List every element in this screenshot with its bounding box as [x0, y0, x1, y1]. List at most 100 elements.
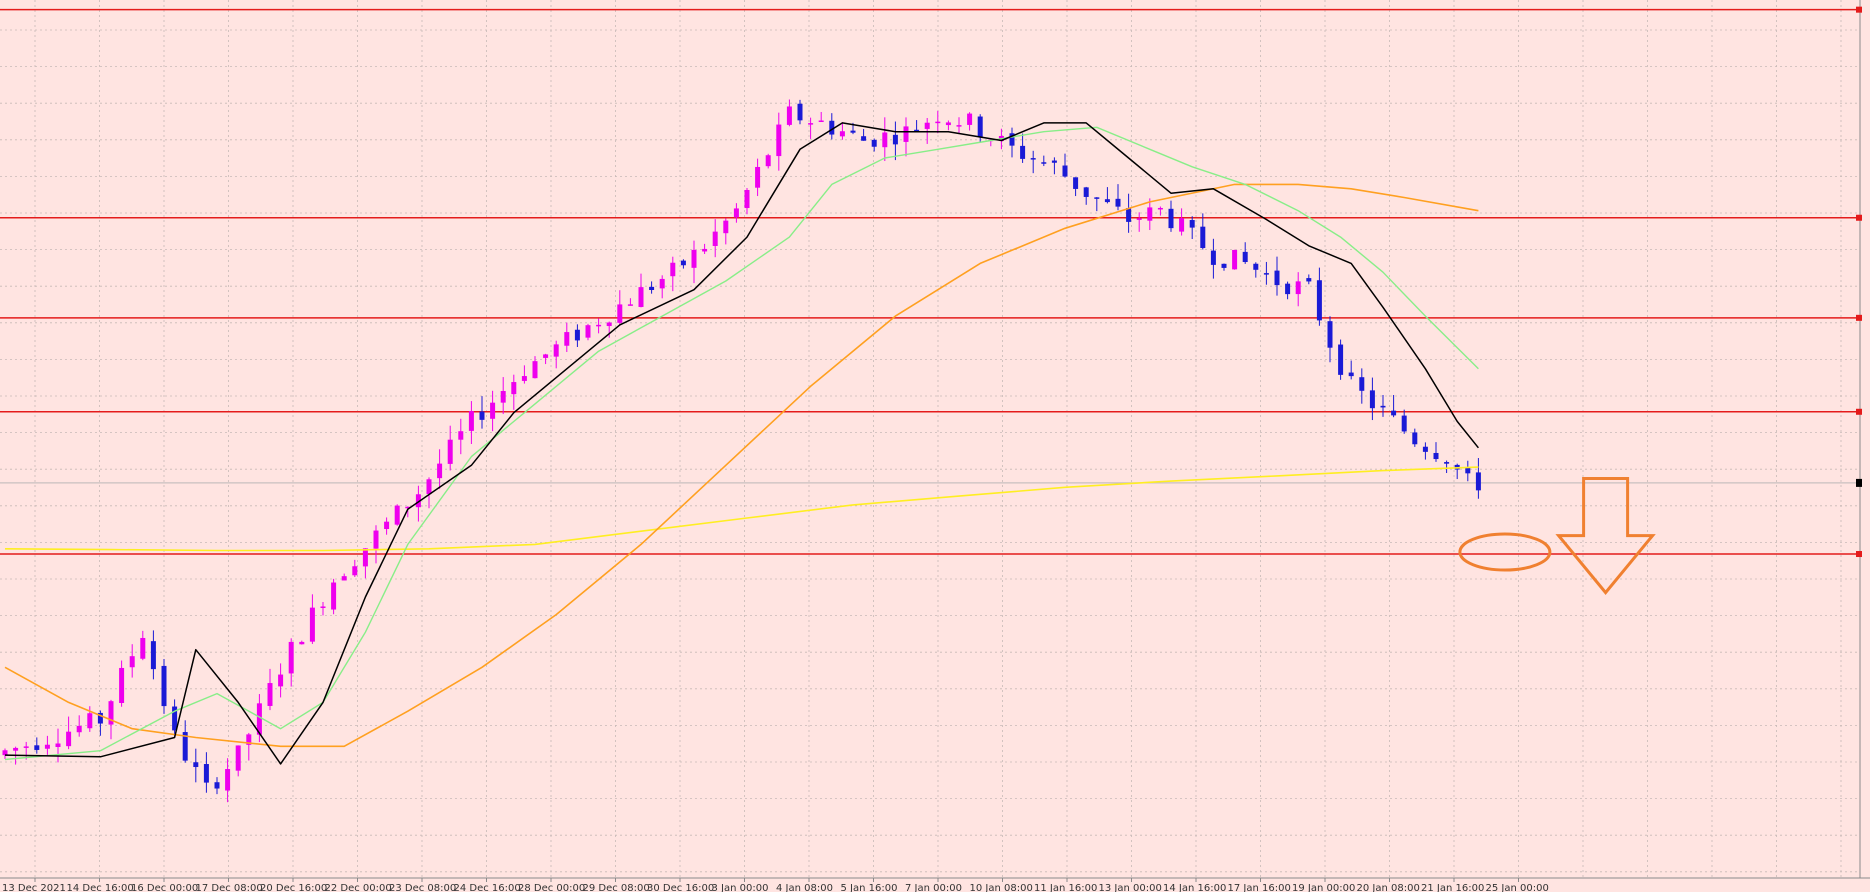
candle-body	[225, 769, 231, 791]
candle-body	[119, 667, 125, 704]
candle-body	[871, 139, 877, 147]
candle-body	[352, 566, 358, 576]
candle-body	[892, 134, 898, 145]
candle-body	[532, 361, 538, 379]
candle-body	[129, 656, 135, 668]
candle-body	[903, 126, 909, 142]
candle-body	[150, 641, 156, 670]
candle-body	[1306, 278, 1312, 282]
candle-body	[34, 745, 40, 750]
x-tick-label: 20 Jan 08:00	[1357, 883, 1420, 892]
candle-body	[23, 746, 29, 748]
candle-body	[797, 103, 803, 121]
candle-body	[649, 286, 655, 291]
candle-body	[638, 287, 644, 307]
candle-body	[1369, 390, 1375, 409]
candle-body	[670, 262, 676, 277]
candle-body	[203, 764, 209, 783]
candle-body	[193, 762, 199, 768]
candle-body	[521, 376, 527, 381]
x-tick-label: 11 Jan 16:00	[1034, 883, 1097, 892]
candle-body	[458, 431, 464, 440]
candle-body	[362, 548, 368, 567]
x-tick-label: 7 Jan 00:00	[905, 883, 962, 892]
candle-body	[935, 121, 941, 124]
candle-body	[702, 248, 708, 252]
candle-body	[1380, 405, 1386, 408]
candle-body	[564, 332, 570, 346]
level-marker	[1856, 214, 1862, 221]
candle-body	[1157, 207, 1163, 210]
x-tick-label: 30 Dec 16:00	[647, 883, 714, 892]
candle-body	[553, 344, 559, 357]
candle-body	[627, 304, 633, 306]
candle-body	[861, 136, 867, 141]
candle-body	[596, 324, 602, 327]
candle-body	[1094, 197, 1100, 199]
candle-body	[850, 130, 856, 133]
candle-body	[680, 260, 686, 266]
level-marker	[1856, 6, 1862, 13]
candle-body	[744, 189, 750, 209]
current-price-marker	[1856, 478, 1862, 487]
candle-body	[140, 637, 146, 659]
candle-body	[55, 743, 61, 748]
candle-body	[1104, 199, 1110, 203]
candle-body	[1189, 220, 1195, 228]
candle-body	[1062, 165, 1068, 177]
candle-body	[967, 113, 973, 125]
candle-body	[977, 116, 983, 138]
candle-body	[1412, 432, 1418, 445]
candle-body	[543, 354, 549, 358]
x-tick-label: 13 Jan 00:00	[1099, 883, 1162, 892]
candle-body	[1316, 280, 1322, 321]
x-tick-label: 17 Jan 16:00	[1228, 883, 1291, 892]
x-tick-label: 19 Jan 00:00	[1292, 883, 1355, 892]
x-tick-label: 14 Jan 16:00	[1163, 883, 1226, 892]
candle-body	[1115, 198, 1121, 207]
x-tick-label: 22 Dec 00:00	[325, 883, 392, 892]
x-tick-label: 13 Dec 2021	[2, 883, 66, 892]
candle-body	[1200, 226, 1206, 249]
candle-body	[1348, 372, 1354, 377]
candle-body	[1274, 270, 1280, 286]
candle-body	[1020, 145, 1026, 159]
candle-body	[776, 124, 782, 157]
candle-body	[733, 208, 739, 218]
candle-body	[331, 582, 337, 610]
candle-body	[712, 231, 718, 246]
x-tick-label: 29 Dec 08:00	[583, 883, 650, 892]
candle-body	[723, 220, 729, 234]
candle-body	[1232, 249, 1238, 270]
x-tick-label: 25 Jan 00:00	[1486, 883, 1549, 892]
candle-body	[1136, 218, 1142, 220]
x-tick-label: 5 Jan 16:00	[841, 883, 898, 892]
candle-body	[1083, 187, 1089, 197]
candle-body	[1210, 250, 1216, 265]
candle-body	[1073, 177, 1079, 189]
candle-body	[299, 641, 305, 645]
candle-body	[13, 747, 19, 751]
candle-body	[394, 505, 400, 525]
chart-canvas: 13 Dec 2021 14 Dec 16:0016 Dec 00:0017 De…	[0, 0, 1870, 892]
candle-body	[437, 463, 443, 479]
candle-body	[1285, 283, 1291, 295]
candle-body	[1041, 162, 1047, 164]
candle-body	[945, 122, 951, 126]
candle-body	[161, 665, 167, 707]
candle-body	[490, 402, 496, 419]
candle-body	[1433, 452, 1439, 460]
candle-body	[606, 322, 612, 327]
candle-body	[818, 120, 824, 123]
candle-body	[384, 521, 390, 530]
x-tick-label: 20 Dec 16:00	[260, 883, 327, 892]
candle-body	[214, 782, 220, 789]
candle-body	[341, 576, 347, 581]
candle-body	[1391, 410, 1397, 416]
x-tick-label: 10 Jan 08:00	[970, 883, 1033, 892]
candle-body	[1030, 158, 1036, 160]
candle-body	[66, 731, 72, 747]
x-tick-label: 23 Dec 08:00	[389, 883, 456, 892]
candle-body	[87, 713, 93, 729]
x-tick-label: 3 Jan 00:00	[712, 883, 769, 892]
